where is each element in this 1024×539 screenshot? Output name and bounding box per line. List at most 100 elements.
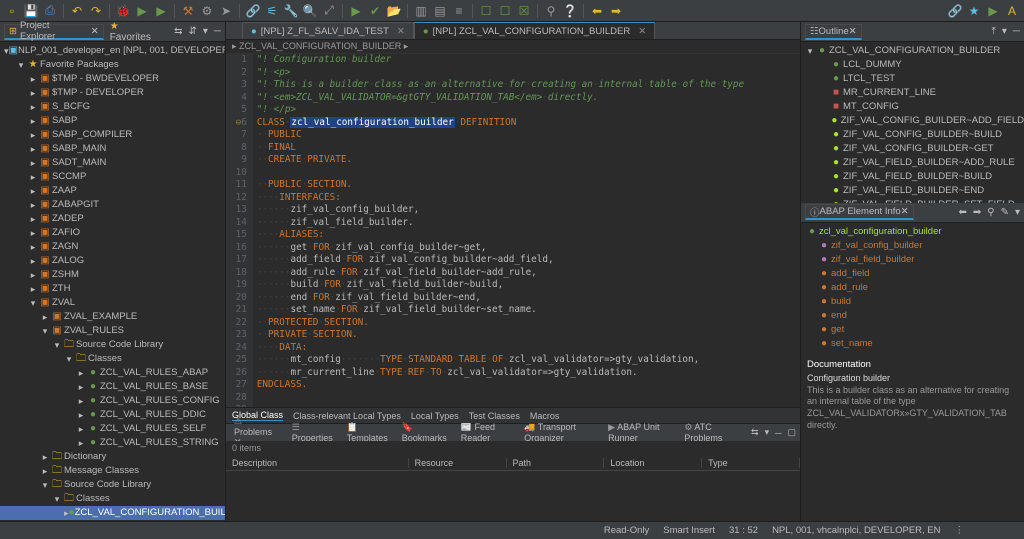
element-info-tab[interactable]: ⓘ ABAP Element Info ✕ [805, 204, 914, 220]
zoom-icon[interactable]: ⤢ [321, 3, 337, 19]
editor-tab[interactable]: ●[NPL] Z_FL_SALV_IDA_TEST✕ [242, 22, 414, 39]
box2-icon[interactable]: ☐ [497, 3, 513, 19]
outline-item[interactable]: ●LTCL_TEST [801, 72, 1024, 86]
ei-edit-icon[interactable]: ✎ [1001, 207, 1009, 218]
new-icon[interactable]: ▫ [4, 3, 20, 19]
column-header[interactable]: Description [226, 458, 409, 468]
run-ext-icon[interactable]: ▶ [153, 3, 169, 19]
check-icon[interactable]: ✔ [367, 3, 383, 19]
view-menu-icon[interactable]: ▾ [203, 26, 208, 37]
tree-item[interactable]: ▸▣S_BCFG [0, 100, 225, 114]
minimize-icon[interactable]: ─ [214, 26, 221, 37]
tree-item[interactable]: ▾🗀Source Code Library [0, 338, 225, 352]
bottom-tab[interactable]: ▶ ABAP Unit Runner [604, 422, 674, 443]
column-header[interactable]: Location [604, 458, 702, 468]
status-menu-icon[interactable]: ⋮ [955, 525, 965, 536]
tree-item[interactable]: ▸▣ZSHM [0, 268, 225, 282]
sub-tab[interactable]: Macros [530, 411, 560, 421]
undo-icon[interactable]: ↶ [69, 3, 85, 19]
save-all-icon[interactable]: ⎙ [42, 3, 58, 19]
project-explorer-tab[interactable]: ⊞Project Explorer✕ [4, 24, 104, 40]
column-header[interactable]: Path [507, 458, 605, 468]
link-editor-icon[interactable]: ⇵ [188, 26, 196, 37]
search-icon[interactable]: 🔍 [302, 3, 318, 19]
ei-fwd-icon[interactable]: ➡ [973, 207, 981, 218]
ei-item[interactable]: ●end [801, 309, 1024, 323]
editor-tab[interactable]: ●[NPL] ZCL_VAL_CONFIGURATION_BUILDER✕ [414, 22, 655, 39]
outline-item[interactable]: ●ZIF_VAL_FIELD_BUILDER~BUILD [801, 170, 1024, 184]
ei-back-icon[interactable]: ⬅ [958, 207, 966, 218]
abap-icon[interactable]: A [1004, 3, 1020, 19]
bottom-tab[interactable]: 📰 Feed Reader [457, 422, 514, 443]
tree-item[interactable]: ▸▣SCCMP [0, 170, 225, 184]
column-icon[interactable]: ▥ [413, 3, 429, 19]
outline-item[interactable]: ●ZIF_VAL_CONFIG_BUILDER~ADD_FIELD [801, 114, 1024, 128]
tree-item[interactable]: ▸▣SADT_MAIN [0, 156, 225, 170]
box3-icon[interactable]: ☒ [516, 3, 532, 19]
help-icon[interactable]: ❔ [562, 3, 578, 19]
ei-menu-icon[interactable]: ▾ [1015, 207, 1020, 218]
link2-icon[interactable]: 🔗 [947, 3, 963, 19]
bottom-toolbar-icon[interactable]: ─ [775, 428, 781, 438]
ei-item[interactable]: ●zif_val_field_builder [801, 253, 1024, 267]
bottom-toolbar-icon[interactable]: ⇆ [751, 427, 759, 438]
bottom-tab[interactable]: 🚚 Transport Organizer [520, 422, 598, 443]
box1-icon[interactable]: ☐ [478, 3, 494, 19]
bottom-tab[interactable]: 🔖 Bookmarks [398, 422, 451, 443]
code-editor[interactable]: 12345⊖6789101112131415161718192021222324… [226, 54, 800, 407]
ei-item[interactable]: ●add_field [801, 267, 1024, 281]
save-icon[interactable]: 💾 [23, 3, 39, 19]
build-icon[interactable]: ⚒ [180, 3, 196, 19]
bottom-tab[interactable]: ☰ Properties [288, 422, 337, 443]
tree-item[interactable]: ▸●ZCL_VAL_RULES_STRING [0, 436, 225, 450]
tree-item[interactable]: ▸▣$TMP - DEVELOPER [0, 86, 225, 100]
pin-icon[interactable]: ⚲ [543, 3, 559, 19]
favs-icon[interactable]: ★ [966, 3, 982, 19]
tree-item[interactable]: ▸▣$TMP - BWDEVELOPER [0, 72, 225, 86]
bottom-tab[interactable]: 📋 Templates [343, 422, 392, 443]
launch-icon[interactable]: ➤ [218, 3, 234, 19]
wrench-icon[interactable]: 🔧 [283, 3, 299, 19]
tree-item[interactable]: ▸🗀Dictionary [0, 450, 225, 464]
filter-icon[interactable]: ⚟ [264, 3, 280, 19]
sub-tab[interactable]: Class-relevant Local Types [293, 411, 401, 421]
tree-item[interactable]: ▸▣ZAGN [0, 240, 225, 254]
outline-item[interactable]: ●LCL_DUMMY [801, 58, 1024, 72]
open-icon[interactable]: 📂 [386, 3, 402, 19]
outline-toggle-icon[interactable]: ▤ [432, 3, 448, 19]
tree-item[interactable]: ▸▣ZTH [0, 282, 225, 296]
ei-item[interactable]: ●get [801, 323, 1024, 337]
filter-outline-icon[interactable]: ▾ [1002, 26, 1007, 37]
play-icon[interactable]: ▶ [348, 3, 364, 19]
outline-tab[interactable]: ☷ Outline ✕ [805, 24, 862, 40]
format-icon[interactable]: ≡ [451, 3, 467, 19]
tree-item[interactable]: ▾🗀Classes [0, 352, 225, 366]
tree-item[interactable]: ▸●ZCL_VAL_RULES_CONFIG [0, 394, 225, 408]
tree-item[interactable]: ▾▣ZVAL [0, 296, 225, 310]
bottom-toolbar-icon[interactable]: ▾ [765, 427, 770, 438]
sub-tab[interactable]: Test Classes [469, 411, 520, 421]
outline-item[interactable]: ●ZIF_VAL_FIELD_BUILDER~END [801, 184, 1024, 198]
tree-item[interactable]: ▸▣ZVAL_EXAMPLE [0, 310, 225, 324]
element-info-tree[interactable]: ●zcl_val_configuration_builder●zif_val_c… [801, 223, 1024, 353]
tree-item[interactable]: ▸●ZCL_VAL_RULES_ABAP [0, 366, 225, 380]
tree-item[interactable]: ▸▣ZADEP [0, 212, 225, 226]
outline-item[interactable]: ■MR_CURRENT_LINE [801, 86, 1024, 100]
tree-item[interactable]: ▾🗀Classes [0, 492, 225, 506]
outline-tree[interactable]: ▾●ZCL_VAL_CONFIGURATION_BUILDER●LCL_DUMM… [801, 42, 1024, 203]
outline-root[interactable]: ▾●ZCL_VAL_CONFIGURATION_BUILDER [801, 44, 1024, 58]
run-icon[interactable]: ▶ [134, 3, 150, 19]
tree-item[interactable]: ▸●ZCL_VAL_RULES_DDIC [0, 408, 225, 422]
tree-item[interactable]: ▾▣NLP_001_developer_en [NPL, 001, DEVELO… [0, 44, 225, 58]
breadcrumb[interactable]: ▸ ZCL_VAL_CONFIGURATION_BUILDER ▸ [226, 40, 800, 54]
tree-item[interactable]: ▸▣SABP_COMPILER [0, 128, 225, 142]
back-icon[interactable]: ⬅ [589, 3, 605, 19]
collapse-icon[interactable]: ⇆ [174, 26, 182, 37]
tree-item[interactable]: ▸▣SABP_MAIN [0, 142, 225, 156]
sort-icon[interactable]: ⤒ [991, 26, 995, 37]
tree-item[interactable]: ▸▣ZAFIO [0, 226, 225, 240]
tree-item[interactable]: ▸🗀Message Classes [0, 464, 225, 478]
project-tree[interactable]: ▾▣NLP_001_developer_en [NPL, 001, DEVELO… [0, 42, 225, 521]
ei-pin-icon[interactable]: ⚲ [987, 207, 994, 218]
outline-item[interactable]: ●ZIF_VAL_CONFIG_BUILDER~GET [801, 142, 1024, 156]
